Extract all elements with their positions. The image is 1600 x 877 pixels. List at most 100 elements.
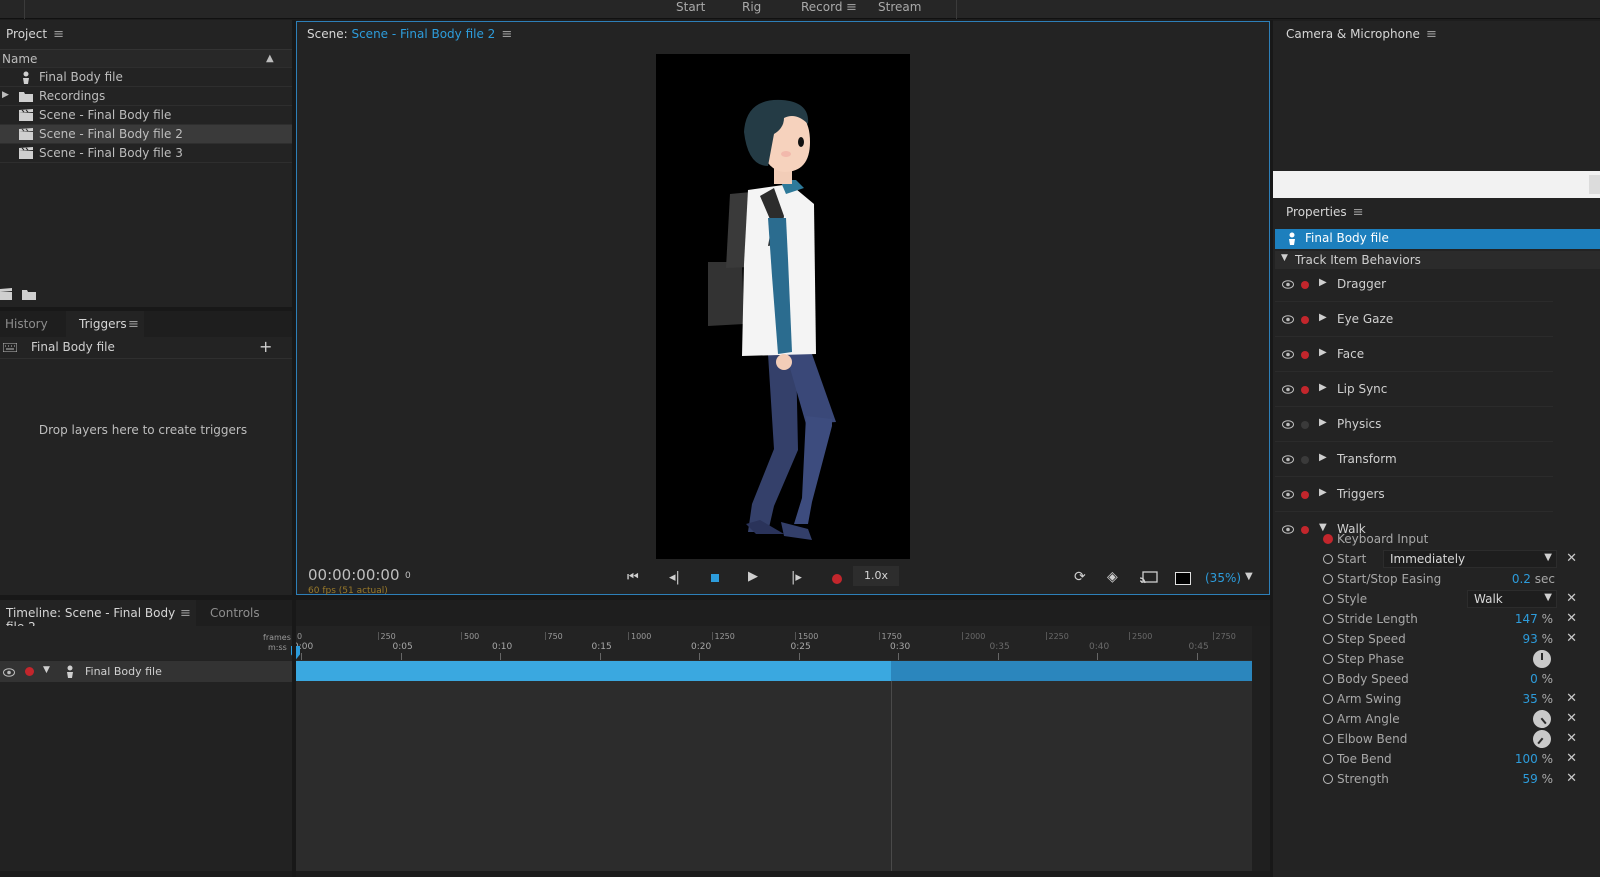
- step-back-icon[interactable]: ◂|: [669, 570, 680, 585]
- arm-dot[interactable]: [1323, 754, 1333, 764]
- arm-dot[interactable]: [1323, 574, 1333, 584]
- record-icon[interactable]: [832, 574, 842, 584]
- visibility-eye-icon[interactable]: [1282, 418, 1294, 432]
- scene-stage[interactable]: [656, 54, 910, 559]
- behavior-dragger[interactable]: ▶ Dragger: [1275, 268, 1553, 302]
- arm-record-dot[interactable]: [1301, 386, 1309, 394]
- arm-dot[interactable]: [1323, 594, 1333, 604]
- expand-arrow-icon[interactable]: ▶: [2, 90, 9, 100]
- arm-dot[interactable]: [1323, 654, 1333, 664]
- reset-x-icon[interactable]: ✕: [1566, 591, 1577, 606]
- new-folder-icon[interactable]: [22, 289, 36, 300]
- visibility-eye-icon[interactable]: [1282, 348, 1294, 362]
- elbow-bend-knob[interactable]: [1529, 726, 1555, 752]
- playback-speed[interactable]: 1.0x: [853, 566, 899, 586]
- easing-value[interactable]: 0.2 sec: [1512, 572, 1555, 586]
- reset-x-icon[interactable]: ✕: [1566, 711, 1577, 726]
- toe-bend-value[interactable]: 100 %: [1515, 752, 1553, 766]
- step-phase-knob[interactable]: [1533, 650, 1551, 668]
- panel-menu-icon[interactable]: ≡: [1426, 27, 1437, 42]
- panel-menu-icon[interactable]: ≡: [128, 317, 139, 332]
- tab-start[interactable]: Start: [676, 0, 705, 14]
- behavior-face[interactable]: ▶ Face: [1275, 338, 1553, 372]
- panel-menu-icon[interactable]: ≡: [1353, 205, 1364, 220]
- behavior-triggers[interactable]: ▶ Triggers: [1275, 478, 1553, 512]
- divider[interactable]: [0, 595, 1270, 600]
- reset-x-icon[interactable]: ✕: [1566, 691, 1577, 706]
- sort-ascending-icon[interactable]: ▲: [266, 53, 274, 64]
- arm-dot[interactable]: [1323, 634, 1333, 644]
- collapse-arrow-icon[interactable]: ▼: [1281, 253, 1288, 263]
- timeline-scrollbar[interactable]: [1252, 626, 1270, 877]
- zoom-dropdown-icon[interactable]: ▼: [1245, 571, 1253, 582]
- visibility-eye-icon[interactable]: [1282, 278, 1294, 292]
- arm-record-dot[interactable]: [1301, 351, 1309, 359]
- divider[interactable]: [1270, 20, 1273, 877]
- arm-record-dot[interactable]: [25, 667, 34, 676]
- tab-controls[interactable]: Controls: [210, 606, 260, 620]
- body-speed-value[interactable]: 0 %: [1530, 672, 1553, 686]
- record-menu-icon[interactable]: ≡: [846, 0, 857, 15]
- project-item-selected[interactable]: Scene - Final Body file 2: [0, 125, 292, 144]
- refresh-icon[interactable]: ⟳: [1074, 569, 1086, 585]
- tab-timeline[interactable]: Timeline: Scene - Final Body file 2 ≡: [0, 600, 196, 634]
- arm-record-dot[interactable]: [1301, 281, 1309, 289]
- behavior-transform[interactable]: ▶ Transform: [1275, 443, 1553, 477]
- stride-value[interactable]: 147 %: [1515, 612, 1553, 626]
- camera-scroll-handle[interactable]: [1589, 175, 1600, 194]
- tab-history[interactable]: History: [5, 317, 48, 331]
- project-item[interactable]: Scene - Final Body file: [0, 106, 292, 125]
- divider[interactable]: [0, 307, 292, 311]
- camera-preview[interactable]: [1273, 171, 1600, 198]
- reset-x-icon[interactable]: ✕: [1566, 551, 1577, 566]
- start-dropdown[interactable]: Immediately ▼: [1383, 550, 1557, 568]
- visibility-eye-icon[interactable]: [1282, 453, 1294, 467]
- arm-dot[interactable]: [1323, 534, 1333, 544]
- go-to-start-icon[interactable]: ⏮: [627, 570, 639, 585]
- arm-dot[interactable]: [1323, 674, 1333, 684]
- visibility-eye-icon[interactable]: [1282, 383, 1294, 397]
- expand-arrow-icon[interactable]: ▶: [1319, 382, 1327, 393]
- arm-dot[interactable]: [1323, 734, 1333, 744]
- arm-record-dot[interactable]: [1301, 316, 1309, 324]
- arm-swing-value[interactable]: 35 %: [1522, 692, 1553, 706]
- collapse-arrow-icon[interactable]: ▼: [43, 665, 50, 675]
- reset-x-icon[interactable]: ✕: [1566, 611, 1577, 626]
- selected-puppet-row[interactable]: Final Body file: [1275, 229, 1600, 249]
- strength-value[interactable]: 59 %: [1522, 772, 1553, 786]
- zoom-level[interactable]: (35%): [1205, 571, 1241, 585]
- arm-record-dot[interactable]: [1301, 421, 1309, 429]
- expand-arrow-icon[interactable]: ▶: [1319, 312, 1327, 323]
- tab-triggers[interactable]: Triggers ≡: [66, 311, 144, 337]
- project-item[interactable]: Final Body file: [0, 68, 292, 87]
- behavior-lip-sync[interactable]: ▶ Lip Sync: [1275, 373, 1553, 407]
- scene-name[interactable]: Scene - Final Body file 2: [351, 27, 495, 41]
- tab-stream[interactable]: Stream: [878, 0, 921, 14]
- arm-dot[interactable]: [1323, 694, 1333, 704]
- add-trigger-icon[interactable]: +: [259, 337, 272, 356]
- cast-screen-icon[interactable]: [1140, 571, 1158, 585]
- reset-x-icon[interactable]: ✕: [1566, 631, 1577, 646]
- reset-x-icon[interactable]: ✕: [1566, 751, 1577, 766]
- rig-mode-icon[interactable]: ◈: [1107, 569, 1118, 585]
- expand-arrow-icon[interactable]: ▶: [1319, 277, 1327, 288]
- expand-arrow-icon[interactable]: ▶: [1319, 487, 1327, 498]
- arm-dot[interactable]: [1323, 774, 1333, 784]
- step-forward-icon[interactable]: |▸: [791, 570, 802, 585]
- new-scene-icon[interactable]: [0, 288, 12, 300]
- stop-icon[interactable]: [711, 574, 719, 582]
- expand-arrow-icon[interactable]: ▶: [1319, 347, 1327, 358]
- track-item-behaviors-header[interactable]: ▼ Track Item Behaviors: [1275, 251, 1600, 269]
- project-item[interactable]: Scene - Final Body file 3: [0, 144, 292, 163]
- arm-record-dot[interactable]: [1301, 491, 1309, 499]
- arm-dot[interactable]: [1323, 714, 1333, 724]
- track-bar[interactable]: [293, 661, 891, 681]
- expand-arrow-icon[interactable]: ▶: [1319, 452, 1327, 463]
- style-dropdown[interactable]: Walk ▼: [1467, 590, 1557, 608]
- visibility-eye-icon[interactable]: [1282, 488, 1294, 502]
- panel-menu-icon[interactable]: ≡: [180, 606, 191, 621]
- reset-x-icon[interactable]: ✕: [1566, 731, 1577, 746]
- arm-dot[interactable]: [1323, 554, 1333, 564]
- arm-record-dot[interactable]: [1301, 456, 1309, 464]
- arm-dot[interactable]: [1323, 614, 1333, 624]
